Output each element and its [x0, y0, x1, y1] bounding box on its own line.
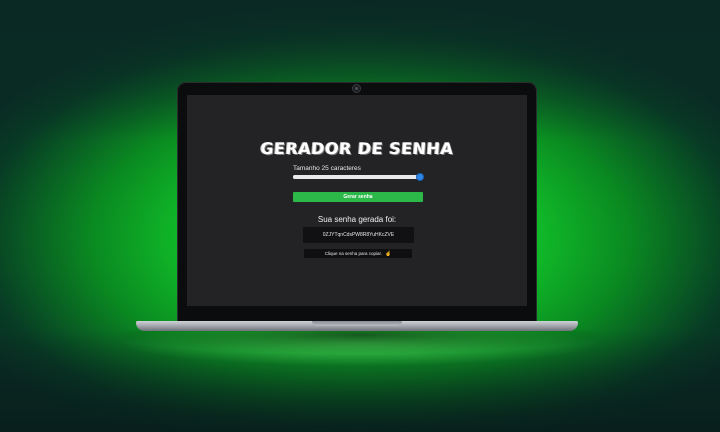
password-size-label: Tamanho 25 caracteres: [293, 165, 361, 172]
password-size-slider[interactable]: [293, 174, 423, 180]
copy-tooltip: Clique na senha para copiar. ☝: [304, 249, 412, 258]
laptop-base-shadow: [110, 330, 610, 354]
generated-password[interactable]: 0ZJYTqnCdsPW8R8YuHKcZVE: [303, 227, 414, 243]
page-title: GERADOR DE SENHA: [259, 139, 455, 158]
pointing-hand-icon: ☝: [385, 251, 392, 257]
slider-thumb[interactable]: [417, 174, 423, 180]
generate-password-button[interactable]: Gerar senha: [293, 192, 423, 202]
laptop-screen: GERADOR DE SENHA Tamanho 25 caracteres G…: [187, 95, 527, 306]
generated-password-label: Sua senha gerada foi:: [317, 215, 397, 224]
laptop-base-notch: [312, 321, 402, 326]
webcam-icon: [353, 85, 360, 92]
copy-tooltip-text: Clique na senha para copiar.: [324, 251, 383, 256]
slider-fill: [293, 175, 423, 179]
